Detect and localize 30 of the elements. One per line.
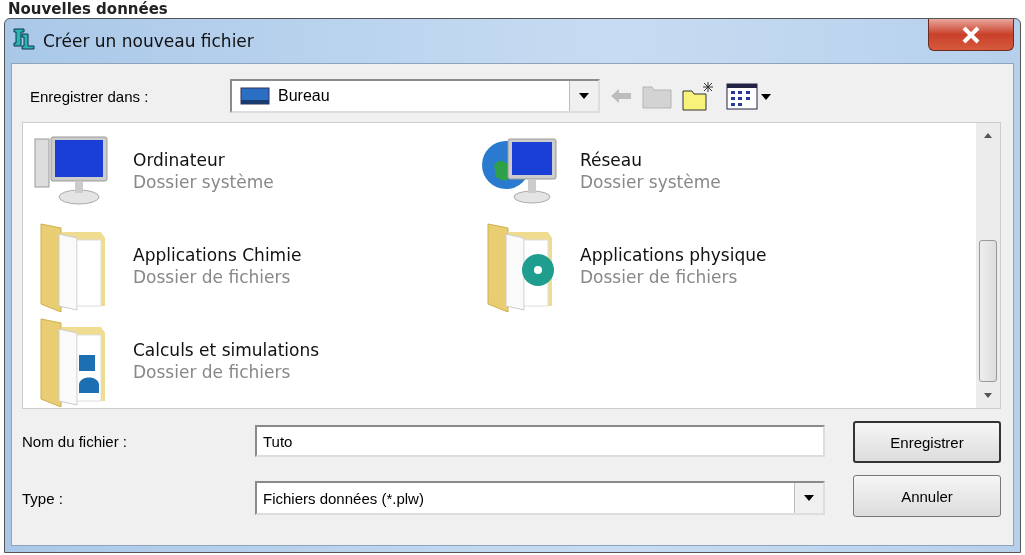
file-type: Dossier de fichiers [580,266,739,287]
location-dropdown[interactable]: Bureau [230,79,600,113]
desktop-icon [240,86,270,106]
new-folder-icon[interactable] [682,81,716,111]
file-name: Ordinateur [133,149,226,170]
file-name: Applications Chimie [133,244,302,265]
save-in-label: Enregistrer dans : [29,87,150,105]
file-type: Dossier de fichiers [133,361,292,382]
file-name-field[interactable]: Tuto [255,425,825,457]
close-button[interactable] [928,19,1014,51]
file-type-label: Type : [22,489,64,507]
caret-icon [578,92,590,100]
file-name: Réseau [580,149,643,170]
save-button[interactable]: Enregistrer [853,421,1001,463]
view-menu-icon[interactable] [726,82,772,110]
scroll-down-icon[interactable] [983,392,993,400]
file-name: Calculs et simulations [133,339,320,360]
file-name: Applications physique [580,244,767,265]
close-icon [960,25,982,44]
scroll-up-icon[interactable] [983,131,993,139]
file-type-dropdown[interactable]: Fichiers données (*.plw) [255,481,825,515]
window-title: Créer un nouveau fichier [43,31,254,51]
cancel-button[interactable]: Annuler [853,475,1001,517]
vertical-scrollbar[interactable] [976,123,1000,408]
file-type: Dossier système [580,171,721,192]
file-name-label: Nom du fichier : [22,432,129,450]
file-type: Dossier système [133,171,274,192]
caret-icon [803,494,815,502]
page-heading: Nouvelles données [7,0,169,18]
file-type: Dossier de fichiers [133,266,292,287]
